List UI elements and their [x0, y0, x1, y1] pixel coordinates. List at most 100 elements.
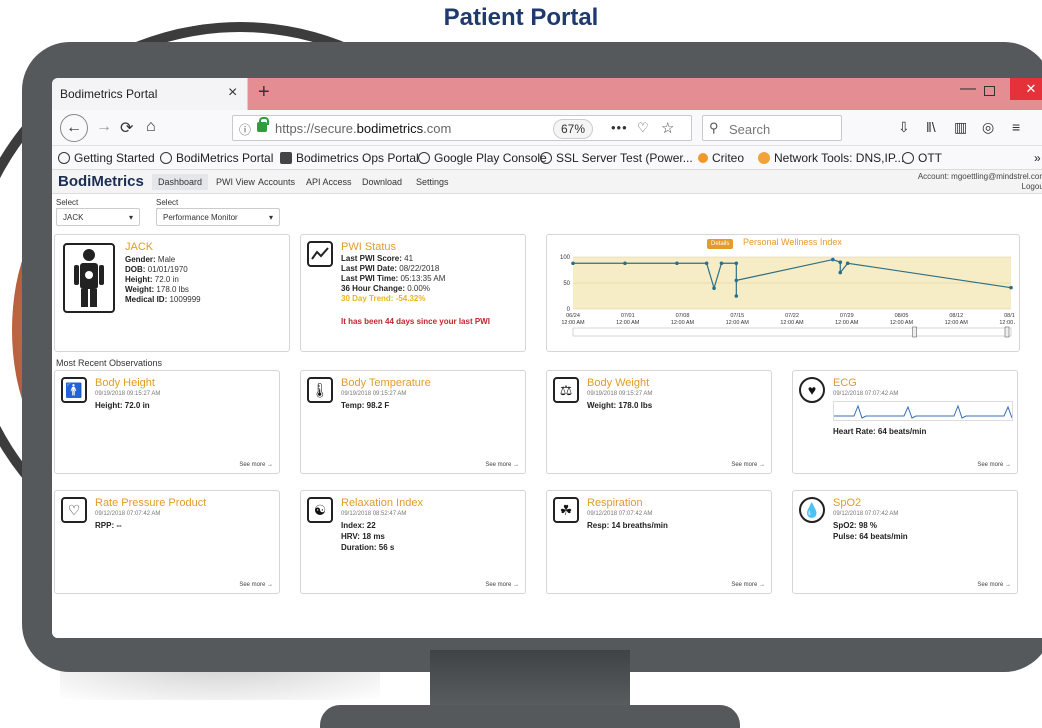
observation-title: Body Height: [95, 377, 155, 389]
x-tick-label: 12:00 AM: [835, 320, 859, 326]
observation-time: 09/12/2018 07:07:42 AM: [95, 511, 161, 517]
x-tick-label: 12:00 AM: [890, 320, 914, 326]
pwi-data-point[interactable]: [704, 261, 709, 266]
observation-time: 09/12/2018 07:07:42 AM: [833, 391, 899, 397]
pocket-icon[interactable]: ♡: [637, 120, 649, 136]
patient-dob: DOB: 01/01/1970: [125, 265, 188, 274]
search-box[interactable]: ⚲ Search: [702, 115, 842, 141]
menu-icon[interactable]: ≡: [1012, 119, 1020, 135]
pwi-data-point[interactable]: [719, 261, 724, 266]
observation-card: ♥ ECG 09/12/2018 07:07:42 AM Heart Rate: 64…: [792, 370, 1018, 474]
info-icon[interactable]: ⓘ: [239, 121, 251, 138]
heart-pulse-icon: ♥: [799, 377, 825, 403]
x-tick-label: 12:00 AM: [671, 320, 695, 326]
pwi-data-point[interactable]: [734, 261, 739, 266]
see-more-link[interactable]: See more →: [485, 582, 519, 588]
address-bar[interactable]: ⓘ https://secure.bodimetrics.com 67% •••…: [232, 115, 692, 141]
x-tick-label: 12:00 AM: [561, 320, 585, 326]
globe-icon: [58, 152, 70, 164]
bookmark-item[interactable]: SSL Server Test (Power...: [540, 151, 693, 165]
search-placeholder: Search: [729, 122, 771, 137]
menu-accounts[interactable]: Accounts: [258, 177, 295, 187]
zoom-level-badge[interactable]: 67%: [553, 119, 594, 139]
observation-value: RPP: --: [95, 521, 122, 530]
pwi-data-point[interactable]: [571, 261, 575, 266]
minimize-window-icon[interactable]: —: [960, 80, 976, 98]
menu-pwi-view[interactable]: PWI View: [216, 177, 255, 187]
page-actions-icon[interactable]: •••: [611, 120, 628, 135]
details-button[interactable]: Details: [707, 239, 734, 249]
observation-time: 09/12/2018 07:07:42 AM: [587, 511, 653, 517]
forward-arrow-icon[interactable]: →: [96, 118, 112, 136]
heart-gauge-icon: ♡: [61, 497, 87, 523]
see-more-link[interactable]: See more →: [731, 582, 765, 588]
pwi-line-chart: 10050006/2412:00 AM07/0112:00 AM07/0812:…: [560, 255, 1015, 338]
bookmark-item[interactable]: Bodimetrics Ops Portal: [280, 151, 419, 165]
extension-icon[interactable]: ◎: [982, 119, 994, 136]
select-user-dropdown[interactable]: JACK ▾: [56, 208, 140, 226]
menu-settings[interactable]: Settings: [416, 177, 449, 187]
globe-icon: [418, 152, 430, 164]
reload-icon[interactable]: ⟳: [120, 118, 133, 138]
see-more-link[interactable]: See more →: [977, 582, 1011, 588]
url-text: https://secure.bodimetrics.com: [275, 121, 452, 136]
pwi-data-point[interactable]: [1009, 285, 1013, 290]
observations-heading: Most Recent Observations: [56, 358, 163, 368]
bookmarks-overflow-icon[interactable]: »: [1034, 151, 1041, 165]
x-tick-label: 12:00 AM: [780, 320, 804, 326]
slider-handle[interactable]: [912, 326, 917, 338]
close-window-button[interactable]: ✕: [1010, 78, 1042, 100]
sidebar-icon[interactable]: ▥: [954, 119, 967, 136]
pwi-data-point[interactable]: [831, 257, 835, 262]
pwi-data-point[interactable]: [838, 260, 843, 264]
bookmark-item[interactable]: BodiMetrics Portal: [160, 151, 273, 165]
select-device-dropdown[interactable]: Performance Monitor ▾: [156, 208, 280, 226]
patient-avatar-icon: [63, 243, 115, 313]
see-more-link[interactable]: See more →: [239, 462, 273, 468]
ecg-waveform: [833, 401, 1013, 421]
logout-link[interactable]: Logout: [918, 182, 1042, 192]
new-tab-button[interactable]: +: [258, 81, 270, 104]
pwi-data-point[interactable]: [845, 261, 850, 266]
slider-handle[interactable]: [1004, 326, 1010, 338]
home-icon[interactable]: ⌂: [146, 118, 156, 136]
patient-card: JACK Gender: Male DOB: 01/01/1970 Height…: [54, 234, 290, 352]
menu-download[interactable]: Download: [362, 177, 402, 187]
pwi-data-point[interactable]: [675, 261, 679, 266]
menu-dashboard[interactable]: Dashboard: [152, 174, 209, 190]
bookmark-item[interactable]: OTT: [902, 151, 942, 165]
bookmark-item[interactable]: Criteo: [698, 151, 744, 165]
x-tick-label: 07/29: [840, 313, 854, 319]
close-tab-icon[interactable]: ×: [228, 84, 237, 102]
bodimetrics-logo[interactable]: BodiMetrics: [58, 173, 144, 190]
bookmark-item[interactable]: Google Play Console: [418, 151, 547, 165]
x-tick-label: 07/15: [730, 313, 744, 319]
chart-range-slider[interactable]: [572, 327, 1012, 337]
browser-tab[interactable]: Bodimetrics Portal ×: [52, 78, 248, 110]
maximize-window-icon[interactable]: [984, 86, 995, 96]
observation-card: 🚹 Body Height 09/19/2018 09:15:27 AM Height…: [54, 370, 280, 474]
library-icon[interactable]: ‖\: [926, 119, 936, 135]
see-more-link[interactable]: See more →: [977, 462, 1011, 468]
see-more-link[interactable]: See more →: [731, 462, 765, 468]
observation-card: 🌡 Body Temperature 09/19/2018 09:15:27 AM T…: [300, 370, 526, 474]
y-tick-label: 100: [560, 255, 571, 261]
bookmark-star-icon[interactable]: ☆: [661, 119, 674, 137]
patient-portal-caption: Patient Portal: [443, 4, 599, 31]
back-arrow-icon[interactable]: ←: [60, 114, 88, 142]
pwi-data-point[interactable]: [623, 261, 627, 266]
see-more-link[interactable]: See more →: [239, 582, 273, 588]
bookmark-item[interactable]: Getting Started: [58, 151, 155, 165]
see-more-link[interactable]: See more →: [485, 462, 519, 468]
pwi-data-point[interactable]: [712, 286, 716, 290]
menu-api-access[interactable]: API Access: [306, 177, 352, 187]
bookmark-item[interactable]: Network Tools: DNS,IP...: [758, 151, 904, 165]
observation-value: Heart Rate: 64 beats/min: [833, 427, 927, 436]
downloads-icon[interactable]: ⇩: [898, 119, 910, 136]
pwi-data-point[interactable]: [734, 278, 739, 283]
globe-icon: [902, 152, 914, 164]
x-tick-label: 12:00 AM: [999, 320, 1015, 326]
pwi-data-point[interactable]: [838, 270, 843, 275]
pwi-data-point[interactable]: [734, 294, 739, 298]
chevron-down-icon: ▾: [128, 213, 133, 222]
